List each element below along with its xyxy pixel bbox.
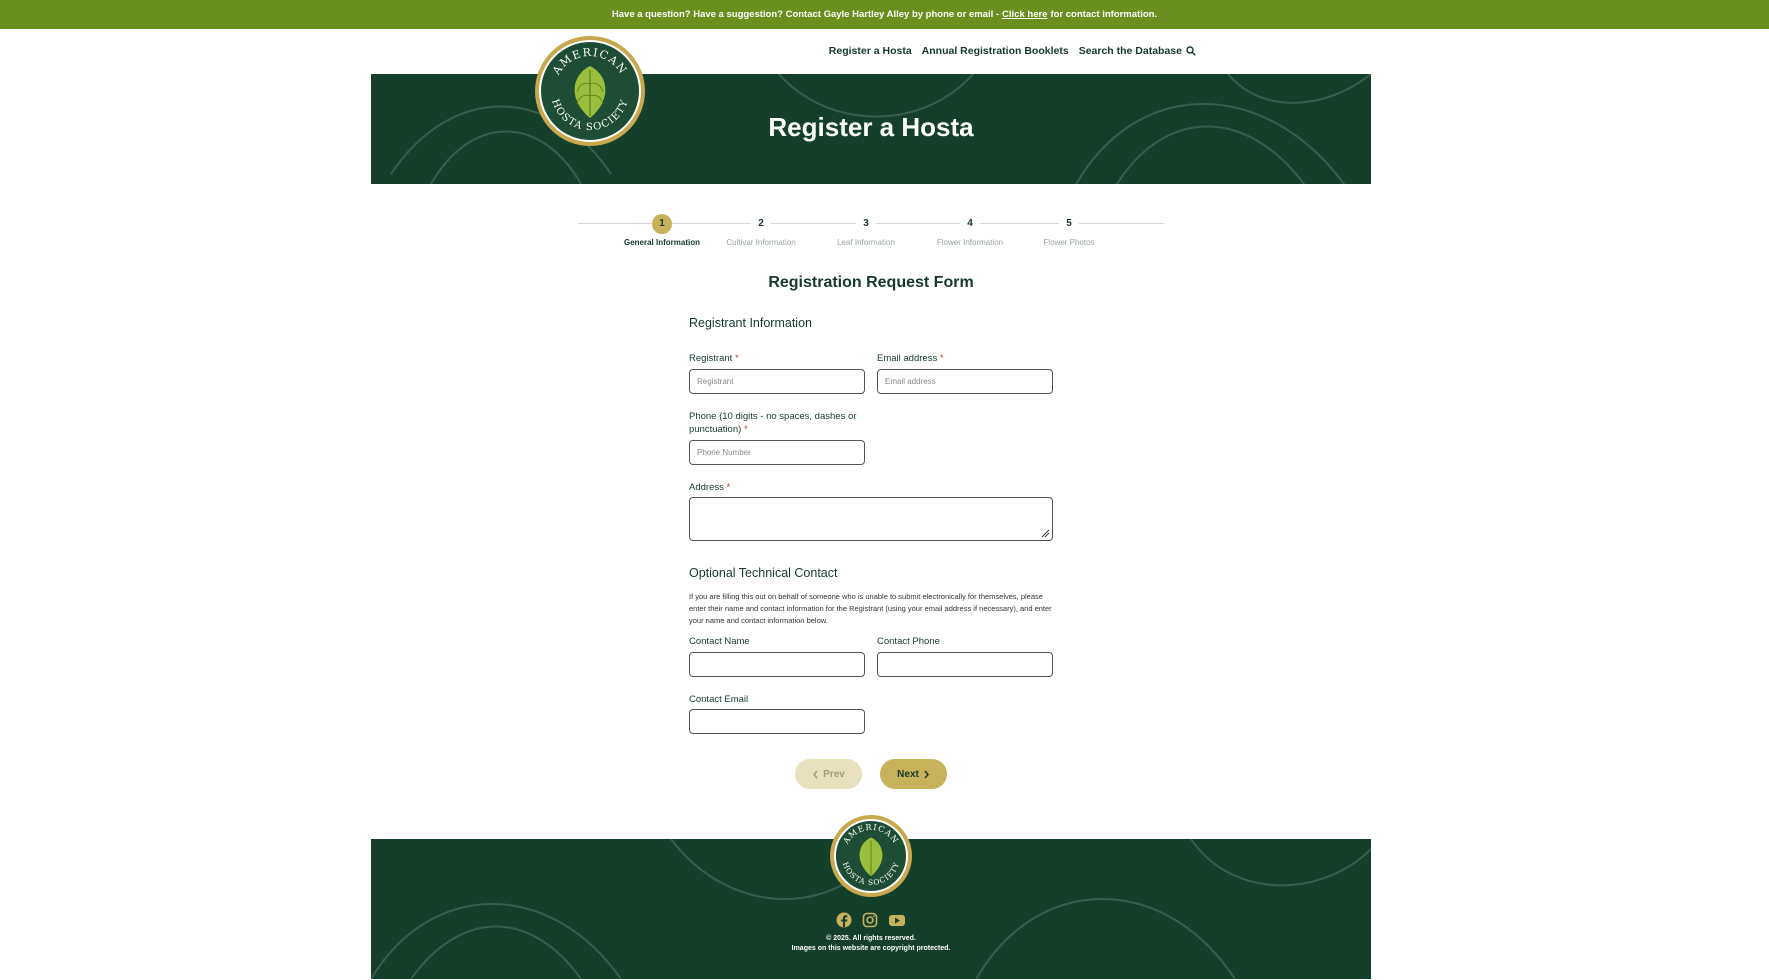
search-icon xyxy=(1186,46,1196,56)
chevron-right-icon xyxy=(924,770,929,778)
phone-label-text: Phone (10 digits - no spaces, dashes or … xyxy=(689,411,857,435)
step-number: 1 xyxy=(652,214,672,234)
ahs-logo[interactable]: AMERICAN HOSTA SOCIETY xyxy=(535,36,645,146)
logo-ring-text: AMERICAN HOSTA SOCIETY xyxy=(549,46,630,133)
email-label-text: Email address xyxy=(877,353,938,364)
form-title: Registration Request Form xyxy=(768,274,974,291)
instagram-icon[interactable] xyxy=(862,912,878,928)
images-copyright-note: Images on this website are copyright pro… xyxy=(791,945,951,952)
contact-email-label: Contact Email xyxy=(689,694,749,705)
social-links xyxy=(371,912,1371,928)
facebook-icon[interactable] xyxy=(836,912,852,928)
registrant-section-title: Registrant Information xyxy=(689,316,812,330)
step-flower-photos[interactable]: 5 Flower Photos xyxy=(1029,214,1109,249)
next-button[interactable]: Next xyxy=(880,759,947,789)
step-label: Flower Information xyxy=(936,238,1004,247)
registrant-label: Registrant * xyxy=(689,352,739,365)
chevron-left-icon xyxy=(813,770,818,778)
phone-input[interactable] xyxy=(689,440,865,465)
hero-banner: Register a Hosta xyxy=(371,74,1371,184)
youtube-icon[interactable] xyxy=(888,912,906,928)
step-label: Leaf Information xyxy=(837,238,895,247)
phone-label: Phone (10 digits - no spaces, dashes or … xyxy=(689,410,859,436)
nav-search-database[interactable]: Search the Database xyxy=(1079,45,1196,57)
address-label: Address * xyxy=(689,481,730,494)
required-mark: * xyxy=(939,353,944,364)
main-nav: Register a Hosta Annual Registration Boo… xyxy=(829,45,1196,57)
required-mark: * xyxy=(734,353,739,364)
footer-copyright: © 2025. All rights reserved. Images on t… xyxy=(371,934,1371,954)
hosta-leaf-icon xyxy=(859,837,883,877)
nav-register-hosta[interactable]: Register a Hosta xyxy=(829,45,912,57)
technical-contact-section-title: Optional Technical Contact xyxy=(689,566,838,580)
registrant-input[interactable] xyxy=(689,369,865,394)
announcement-text: Have a question? Have a suggestion? Cont… xyxy=(611,9,1000,20)
announcement-bar: Have a question? Have a suggestion? Cont… xyxy=(0,0,1769,29)
email-label: Email address * xyxy=(877,352,944,365)
step-flower-information[interactable]: 4 Flower Information xyxy=(930,214,1010,249)
contact-email-input[interactable] xyxy=(689,709,865,734)
required-mark: * xyxy=(726,482,731,493)
contact-name-label: Contact Name xyxy=(689,636,750,647)
progress-steps: 1 General Information 2 Cultivar Informa… xyxy=(578,214,1164,264)
technical-contact-note: If you are filling this out on behalf of… xyxy=(689,592,1052,625)
copyright-text: © 2025. All rights reserved. xyxy=(826,935,916,942)
next-label: Next xyxy=(897,768,919,780)
step-number: 3 xyxy=(856,214,876,234)
announcement-text-end: for contact information. xyxy=(1050,9,1158,20)
step-cultivar-information[interactable]: 2 Cultivar Information xyxy=(721,214,801,249)
address-label-text: Address xyxy=(689,482,724,493)
contact-link[interactable]: Click here xyxy=(1002,9,1047,20)
nav-registration-booklets[interactable]: Annual Registration Booklets xyxy=(922,45,1069,57)
nav-search-label: Search the Database xyxy=(1078,45,1182,57)
address-textarea[interactable] xyxy=(689,497,1053,541)
prev-button[interactable]: Prev xyxy=(795,759,862,789)
email-input[interactable] xyxy=(877,369,1053,394)
step-number: 4 xyxy=(960,214,980,234)
registrant-label-text: Registrant xyxy=(689,353,733,364)
footer-logo-ring-text: AMERICAN HOSTA SOCIETY xyxy=(840,822,900,887)
step-leaf-information[interactable]: 3 Leaf Information xyxy=(826,214,906,249)
contact-name-input[interactable] xyxy=(689,652,865,677)
required-mark: * xyxy=(743,424,748,435)
step-general-information[interactable]: 1 General Information xyxy=(622,214,702,249)
step-label: General Information xyxy=(623,238,700,247)
footer-ahs-logo[interactable]: AMERICAN HOSTA SOCIETY xyxy=(830,815,912,897)
page-title: Register a Hosta xyxy=(768,112,974,142)
step-label: Flower Photos xyxy=(1043,238,1095,247)
resize-handle-icon[interactable] xyxy=(1040,528,1050,538)
step-number: 2 xyxy=(751,214,771,234)
prev-label: Prev xyxy=(823,768,845,780)
step-number: 5 xyxy=(1059,214,1079,234)
contact-phone-label: Contact Phone xyxy=(877,636,940,647)
contact-phone-input[interactable] xyxy=(877,652,1053,677)
step-label: Cultivar Information xyxy=(726,238,796,247)
hosta-leaf-icon xyxy=(574,66,606,118)
